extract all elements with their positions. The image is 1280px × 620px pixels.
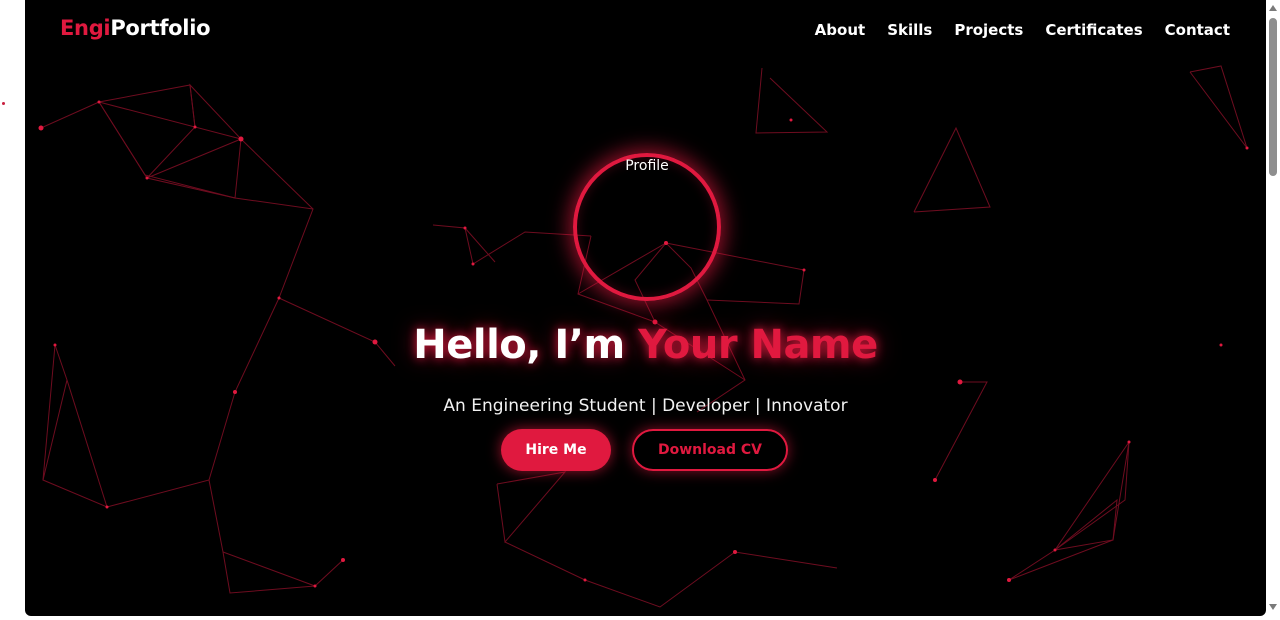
nav-link-about[interactable]: About — [815, 21, 866, 39]
particle-network-background — [38, 65, 1249, 608]
brand-logo[interactable]: EngiPortfolio — [60, 16, 211, 40]
hire-me-button[interactable]: Hire Me — [501, 429, 611, 471]
hero-tagline: An Engineering Student | Developer | Inn… — [443, 396, 848, 416]
hero-headline: Hello, I’m Your Name — [25, 322, 1266, 368]
page-scrollbar[interactable] — [1266, 0, 1280, 620]
scroll-down-arrow-icon[interactable] — [1269, 604, 1277, 610]
download-cv-button[interactable]: Download CV — [632, 429, 788, 471]
scrollbar-thumb[interactable] — [1269, 18, 1277, 176]
profile-image-alt-text: Profile — [625, 158, 669, 174]
hero-name: Your Name — [638, 322, 878, 368]
scroll-up-arrow-icon[interactable] — [1269, 5, 1277, 11]
brand-logo-part2: Portfolio — [110, 16, 211, 40]
nav-link-skills[interactable]: Skills — [887, 21, 932, 39]
stray-dot — [2, 102, 5, 105]
hero-greeting: Hello, I’m — [413, 322, 639, 368]
brand-logo-part1: Engi — [60, 16, 111, 40]
nav-menu: About Skills Projects Certificates Conta… — [815, 21, 1230, 39]
top-navigation: EngiPortfolio About Skills Projects Cert… — [25, 0, 1266, 62]
nav-link-certificates[interactable]: Certificates — [1045, 21, 1142, 39]
profile-image-frame — [573, 153, 721, 301]
hero-section: EngiPortfolio About Skills Projects Cert… — [25, 0, 1266, 616]
nav-link-projects[interactable]: Projects — [954, 21, 1023, 39]
nav-link-contact[interactable]: Contact — [1165, 21, 1230, 39]
